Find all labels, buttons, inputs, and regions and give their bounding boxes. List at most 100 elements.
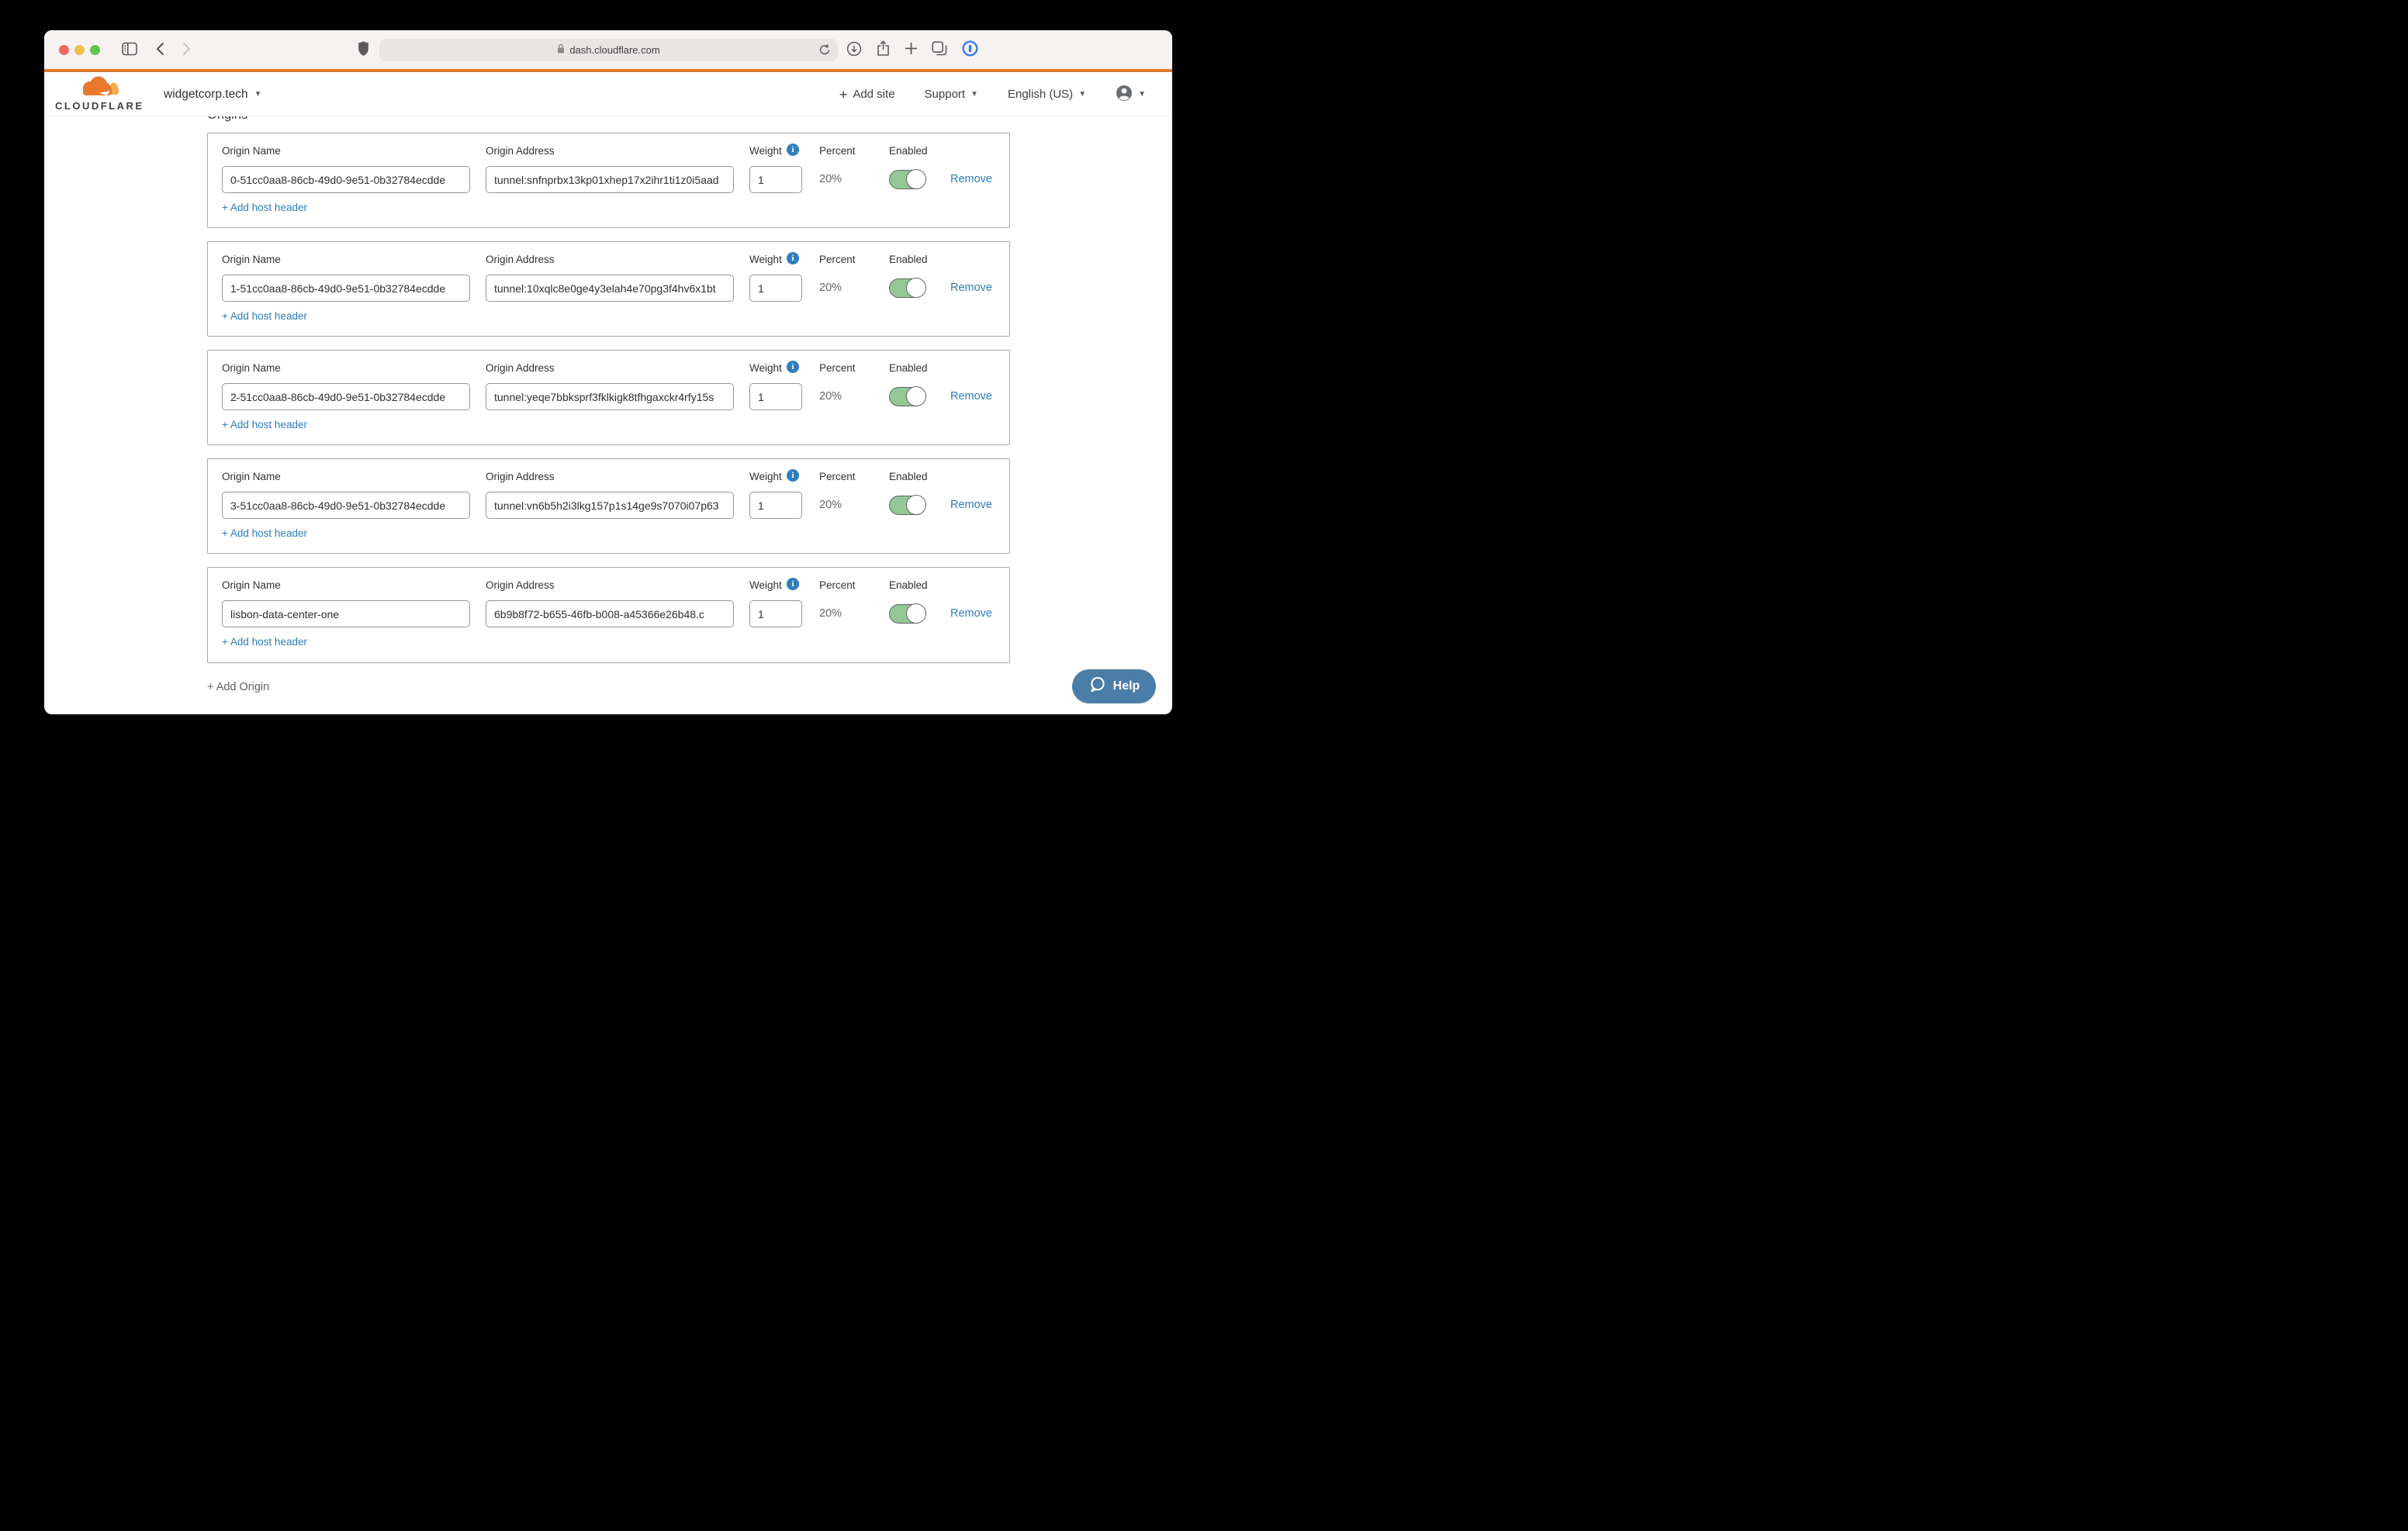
downloads-button[interactable] [845,30,863,69]
weight-input[interactable] [749,166,802,193]
origin-card: Origin Name Origin Address Weight i Perc… [207,567,1010,663]
origin-name-input[interactable] [222,166,470,193]
enabled-toggle[interactable] [889,278,925,298]
chevron-left-icon [155,42,164,58]
browser-toolbar: dash.cloudflare.com [44,30,1172,69]
add-host-header-link[interactable]: + Add host header [222,419,307,430]
percent-value: 20% [819,492,842,519]
info-icon[interactable]: i [787,361,799,373]
new-tab-button[interactable] [901,30,920,69]
origin-address-label: Origin Address [486,579,555,591]
sidebar-toggle-button[interactable] [119,30,140,69]
chevron-down-icon: ▼ [1138,90,1146,98]
lock-icon [557,43,565,56]
add-host-header-link[interactable]: + Add host header [222,310,307,322]
origin-name-label: Origin Name [222,145,281,157]
support-menu[interactable]: Support ▼ [925,88,978,101]
origin-card: Origin Name Origin Address Weight i Perc… [207,350,1010,445]
origin-address-label: Origin Address [486,254,555,265]
remove-origin-link[interactable]: Remove [950,600,992,627]
share-button[interactable] [874,30,892,69]
support-label: Support [925,88,966,101]
help-button[interactable]: Help [1072,669,1156,703]
shield-icon [358,41,369,58]
language-menu[interactable]: English (US) ▼ [1008,88,1086,101]
chevron-down-icon: ▼ [970,90,978,98]
origin-address-label: Origin Address [486,362,555,374]
origin-address-label: Origin Address [486,145,555,157]
reload-icon[interactable] [818,43,831,59]
onepassword-icon [962,40,978,59]
cloudflare-cloud-icon [76,88,121,101]
chevron-down-icon: ▼ [254,90,262,98]
add-host-header-link[interactable]: + Add host header [222,527,307,539]
origin-card: Origin Name Origin Address Weight i Perc… [207,133,1010,228]
add-host-header-link[interactable]: + Add host header [222,636,307,648]
percent-label: Percent [819,145,856,157]
close-window-button[interactable] [59,45,69,55]
remove-origin-link[interactable]: Remove [950,492,992,519]
percent-value: 20% [819,166,842,193]
cloudflare-wordmark: CLOUDFLARE [55,100,142,112]
chevron-right-icon [182,42,192,58]
info-icon[interactable]: i [787,252,799,264]
weight-label: Weight [749,362,782,374]
remove-origin-link[interactable]: Remove [950,166,992,193]
origin-address-input[interactable] [486,600,734,627]
weight-input[interactable] [749,492,802,519]
tab-overview-button[interactable] [930,30,949,69]
add-origin-link[interactable]: + Add Origin [207,681,269,693]
header-actions: + Add site Support ▼ English (US) ▼ ▼ [839,72,1146,116]
add-site-button[interactable]: + Add site [839,88,895,102]
enabled-label: Enabled [889,362,928,374]
origin-name-label: Origin Name [222,471,281,482]
minimize-window-button[interactable] [74,45,85,55]
origin-name-label: Origin Name [222,362,281,374]
origin-name-input[interactable] [222,600,470,627]
zone-selector[interactable]: widgetcorp.tech ▼ [164,72,261,116]
origin-name-label: Origin Name [222,254,281,265]
weight-input[interactable] [749,600,802,627]
enabled-toggle[interactable] [889,496,925,515]
zoom-window-button[interactable] [90,45,100,55]
add-host-header-link[interactable]: + Add host header [222,202,307,213]
weight-input[interactable] [749,383,802,410]
origin-name-input[interactable] [222,275,470,302]
avatar-icon [1116,85,1133,105]
weight-input[interactable] [749,275,802,302]
enabled-toggle[interactable] [889,387,925,406]
origin-address-input[interactable] [486,492,734,519]
origin-name-input[interactable] [222,492,470,519]
remove-origin-link[interactable]: Remove [950,275,992,302]
enabled-label: Enabled [889,471,928,482]
forward-button[interactable] [179,30,195,69]
onepassword-extension-button[interactable] [960,30,980,69]
remove-origin-link[interactable]: Remove [950,383,992,410]
enabled-label: Enabled [889,254,928,265]
toggle-knob [906,386,926,406]
info-icon[interactable]: i [787,578,799,590]
percent-value: 20% [819,275,842,302]
info-icon[interactable]: i [787,143,799,156]
percent-label: Percent [819,254,856,265]
origin-address-input[interactable] [486,166,734,193]
url-bar[interactable]: dash.cloudflare.com [379,39,838,61]
percent-label: Percent [819,362,856,374]
origin-address-input[interactable] [486,275,734,302]
content-blocker-button[interactable] [355,30,372,69]
back-button[interactable] [152,30,168,69]
zone-name: widgetcorp.tech [164,88,248,102]
cloudflare-logo[interactable]: CLOUDFLARE [55,76,142,112]
origin-address-label: Origin Address [486,471,555,482]
enabled-toggle[interactable] [889,170,925,189]
enabled-label: Enabled [889,145,928,157]
plus-icon: + [839,88,848,102]
info-icon[interactable]: i [787,469,799,482]
account-menu[interactable]: ▼ [1116,85,1146,105]
origin-address-input[interactable] [486,383,734,410]
origin-name-input[interactable] [222,383,470,410]
weight-label: Weight [749,254,782,265]
add-site-label: Add site [853,88,894,101]
enabled-toggle[interactable] [889,604,925,624]
toggle-knob [906,495,926,515]
